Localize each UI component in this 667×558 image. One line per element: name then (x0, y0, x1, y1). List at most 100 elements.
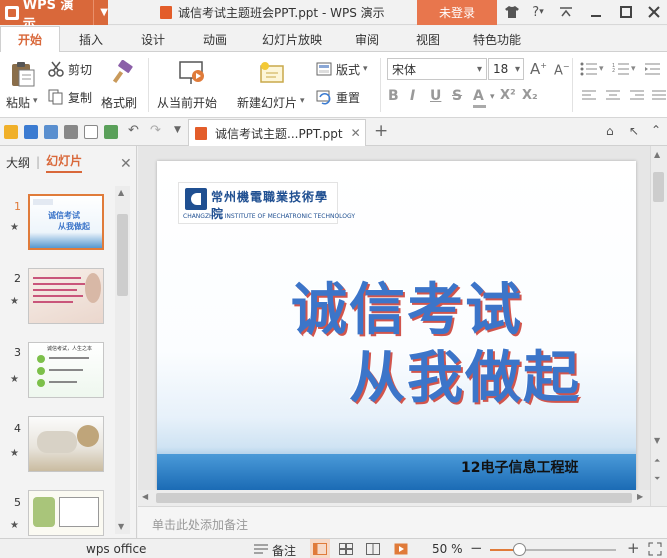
zoom-out-button[interactable]: − (470, 539, 483, 557)
reset-button[interactable]: 重置 (316, 86, 374, 108)
layout-button[interactable]: 版式 ▾ (316, 58, 374, 80)
save-icon[interactable] (24, 125, 38, 139)
export-pdf-icon[interactable] (44, 125, 58, 139)
numbered-list-icon[interactable]: 12 (612, 62, 630, 76)
scroll-up-icon[interactable]: ▲ (118, 188, 124, 197)
app-menu-button[interactable]: WPS 演示 ▼ (0, 0, 108, 32)
print-icon[interactable] (64, 125, 78, 139)
cursor-icon[interactable]: ↖ (629, 124, 639, 138)
strikethrough-button[interactable]: S (452, 88, 462, 104)
slide-thumbnail-5[interactable] (28, 490, 104, 536)
indent-icon[interactable] (645, 62, 661, 76)
superscript-button[interactable]: X² (500, 88, 516, 103)
spellcheck-icon[interactable] (104, 125, 118, 139)
tab-review[interactable]: 审阅 (342, 26, 392, 52)
zoom-slider-track[interactable] (520, 549, 616, 551)
bullet-list-icon[interactable] (580, 62, 598, 76)
scroll-up-icon[interactable]: ▲ (654, 150, 660, 159)
paste-button[interactable]: 粘贴 ▾ (6, 58, 42, 112)
slide-thumbnail-2[interactable] (28, 268, 104, 324)
shirt-skin-icon[interactable] (502, 2, 522, 22)
slide-title-line-2[interactable]: 从我做起 (349, 333, 581, 414)
class-name[interactable]: 12电子信息工程班 (461, 457, 578, 477)
previous-slide-icon[interactable]: ⏶ (654, 456, 660, 466)
new-tab-button[interactable]: + (374, 121, 388, 141)
notes-input[interactable]: 单击此处添加备注 (138, 506, 667, 538)
fit-window-icon[interactable] (648, 542, 662, 556)
chevron-down-icon[interactable]: ▾ (599, 64, 604, 74)
decrease-font-icon[interactable]: A− (554, 62, 570, 78)
tab-outline[interactable]: 大纲 (6, 154, 30, 171)
chevron-down-icon[interactable]: ▾ (300, 96, 305, 106)
broom-icon[interactable]: ⌂ (606, 124, 614, 138)
justify-icon[interactable] (652, 90, 666, 102)
scroll-right-icon[interactable]: ▶ (637, 492, 643, 501)
chevron-down-icon[interactable]: ▾ (490, 92, 495, 102)
help-button[interactable]: ? ▾ (525, 2, 551, 22)
font-color-label: A (473, 88, 484, 104)
close-icon[interactable] (644, 2, 664, 22)
slide-thumbnail-1[interactable]: 诚信考试 从我做起 (28, 194, 104, 250)
collapse-icon[interactable]: ⌃ (651, 123, 661, 137)
vertical-scrollbar-thumb[interactable] (653, 172, 664, 202)
font-color-button[interactable]: A (473, 88, 486, 108)
current-slide[interactable]: 常州機電職業技術學院 CHANGZHOU INSTITUTE OF MECHAT… (157, 161, 636, 490)
maximize-icon[interactable] (616, 2, 636, 22)
play-slideshow-icon[interactable] (394, 543, 408, 555)
paste-label: 粘贴 (6, 96, 31, 110)
chevron-down-icon[interactable]: ▾ (33, 96, 38, 106)
bold-button[interactable]: B (388, 88, 399, 104)
chevron-down-icon[interactable]: ▼ (93, 0, 108, 25)
font-family-select[interactable]: 宋体 (387, 58, 487, 80)
copy-button[interactable]: 复制 (48, 86, 98, 108)
new-slide-button[interactable]: 新建幻灯片 ▾ (234, 58, 310, 112)
zoom-in-button[interactable]: + (627, 539, 640, 557)
tab-home[interactable]: 开始 (0, 26, 60, 53)
font-size-select[interactable]: 18 (488, 58, 524, 80)
tab-features[interactable]: 特色功能 (466, 26, 528, 52)
login-button[interactable]: 未登录 (417, 0, 497, 25)
close-icon[interactable]: ✕ (120, 156, 132, 172)
slide-sorter-icon[interactable] (339, 543, 353, 555)
normal-view-button[interactable] (310, 539, 330, 558)
chevron-down-icon[interactable]: ▼ (174, 125, 181, 135)
scroll-down-icon[interactable]: ▼ (118, 522, 124, 531)
scroll-left-icon[interactable]: ◀ (142, 492, 148, 501)
chevron-down-icon[interactable]: ▾ (631, 64, 636, 74)
tab-slideshow[interactable]: 幻灯片放映 (252, 26, 332, 52)
document-tab[interactable]: 诚信考试主题...PPT.ppt ✕ (188, 119, 366, 146)
tab-design[interactable]: 设计 (128, 26, 178, 52)
subscript-button[interactable]: X₂ (522, 88, 538, 103)
scroll-down-icon[interactable]: ▼ (654, 436, 660, 445)
next-slide-icon[interactable]: ⏷ (654, 474, 660, 484)
play-from-current-button[interactable]: 从当前开始 (154, 58, 226, 112)
reading-view-icon[interactable] (366, 543, 380, 555)
copy-icon (48, 89, 63, 105)
tab-insert[interactable]: 插入 (66, 26, 116, 52)
underline-button[interactable]: U (430, 88, 441, 104)
panel-scrollbar-thumb[interactable] (117, 214, 128, 296)
format-painter-button[interactable]: 格式刷 (101, 58, 143, 112)
notes-icon[interactable] (254, 543, 268, 555)
slide-thumbnail-3[interactable]: 诚信考试，人生之本 (28, 342, 104, 398)
undo-icon[interactable]: ↶ (128, 123, 139, 138)
close-tab-icon[interactable]: ✕ (351, 126, 361, 140)
cut-button[interactable]: 剪切 (48, 58, 98, 80)
open-folder-icon[interactable] (4, 125, 18, 139)
align-center-icon[interactable] (606, 90, 620, 102)
ribbon-collapse-icon[interactable] (556, 2, 576, 22)
tab-view[interactable]: 视图 (403, 26, 453, 52)
notes-toggle[interactable]: 备注 (272, 542, 296, 558)
tab-slides[interactable]: 幻灯片 (46, 152, 83, 173)
increase-font-icon[interactable]: A+ (530, 60, 547, 78)
redo-icon[interactable]: ↷ (150, 123, 161, 138)
align-left-icon[interactable] (582, 90, 596, 102)
zoom-slider-thumb[interactable] (513, 543, 526, 556)
print-preview-icon[interactable] (84, 125, 98, 139)
align-right-icon[interactable] (630, 90, 644, 102)
tab-animation[interactable]: 动画 (190, 26, 240, 52)
italic-button[interactable]: I (410, 88, 415, 104)
minimize-icon[interactable] (586, 2, 606, 22)
slide-thumbnail-4[interactable] (28, 416, 104, 472)
horizontal-scrollbar-thumb[interactable] (156, 493, 632, 503)
